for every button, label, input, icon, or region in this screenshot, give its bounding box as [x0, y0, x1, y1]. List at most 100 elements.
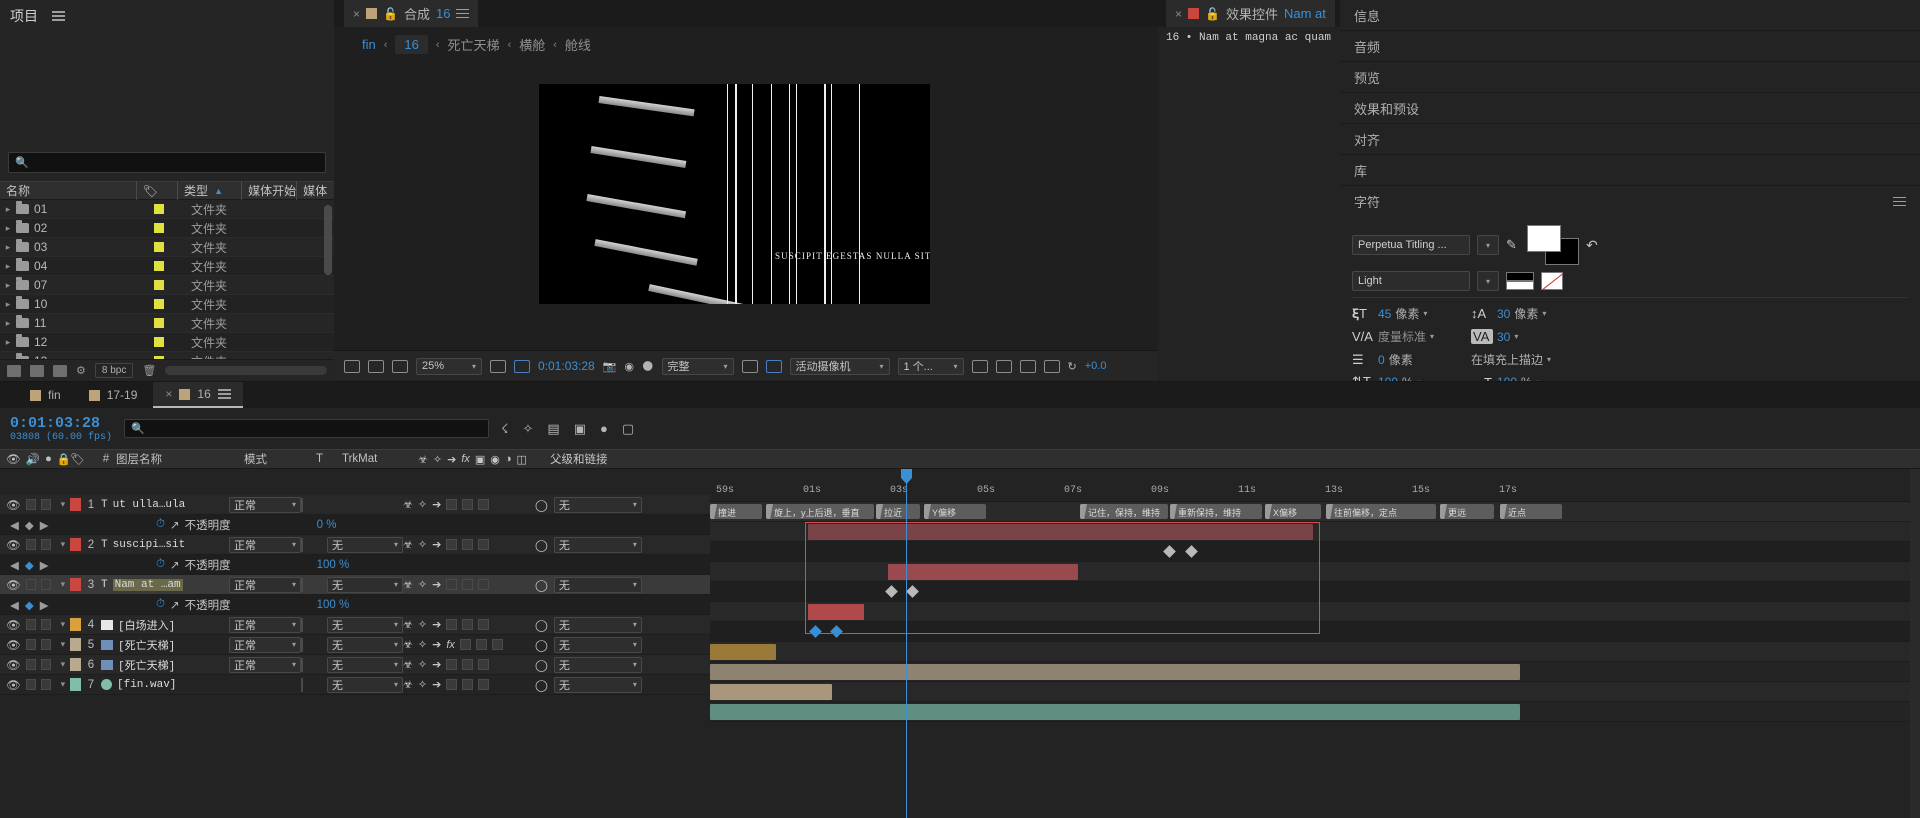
- layer-t-toggle[interactable]: [301, 617, 327, 632]
- layer-t-toggle[interactable]: [301, 677, 327, 692]
- layer-t-toggle[interactable]: [301, 637, 327, 652]
- property-track[interactable]: [710, 582, 1920, 602]
- pickwhip-icon[interactable]: ◯: [535, 658, 548, 672]
- project-row[interactable]: ▸ 01 文件夹: [0, 200, 334, 219]
- current-time-group[interactable]: 0:01:03:28 03808 (60.00 fps): [10, 415, 112, 443]
- hide-shy-icon[interactable]: ●: [600, 421, 608, 436]
- timeline-graph-area[interactable]: 59s 01s 03s 05s 07s 09s 11s 13s 15s 17s 撞进 旋上，y上后退…: [710, 469, 1920, 818]
- comp-marker[interactable]: 撞进: [710, 504, 762, 519]
- label-color[interactable]: [146, 223, 191, 233]
- label-color[interactable]: [146, 242, 191, 252]
- timeline-search-input[interactable]: 🔍: [124, 419, 490, 438]
- disclosure-triangle-icon[interactable]: ▾: [56, 679, 70, 690]
- stroke-width-field[interactable]: ☰ 0 像素: [1352, 351, 1464, 368]
- disclosure-triangle-icon[interactable]: ▾: [56, 499, 70, 510]
- keyframe[interactable]: [809, 625, 822, 638]
- stopwatch-icon[interactable]: ⏱: [156, 558, 165, 571]
- layer-parent-select[interactable]: ◯ 无 ▾: [535, 576, 655, 593]
- quality-icon[interactable]: ✧: [418, 578, 427, 591]
- layer-t-toggle[interactable]: [301, 497, 327, 512]
- comp-marker[interactable]: 更远: [1440, 504, 1494, 519]
- disclosure-triangle-icon[interactable]: ▾: [56, 579, 70, 590]
- pickwhip-icon[interactable]: ◯: [535, 578, 548, 592]
- keyframe[interactable]: [1163, 545, 1176, 558]
- breadcrumb-item[interactable]: 横舱: [519, 35, 545, 54]
- audio-toggle[interactable]: [25, 539, 36, 550]
- keyframe[interactable]: [906, 585, 919, 598]
- right-panel-tab[interactable]: 预览: [1340, 62, 1920, 93]
- label-color[interactable]: [146, 299, 191, 309]
- layer-parent-select[interactable]: ◯ 无 ▾: [535, 616, 655, 633]
- eye-icon[interactable]: 👁: [6, 658, 21, 672]
- layer-mode-select[interactable]: 正常 ▾: [229, 636, 301, 653]
- layer-t-toggle[interactable]: [301, 657, 327, 672]
- layer-parent-select[interactable]: ◯ 无 ▾: [535, 536, 655, 553]
- column-name[interactable]: 名称: [0, 181, 137, 200]
- motion-blur-icon[interactable]: ✧: [522, 421, 533, 437]
- disclosure-triangle-icon[interactable]: ▸: [0, 204, 16, 215]
- show-snapshot-icon[interactable]: ◉: [624, 360, 634, 373]
- chevron-down-icon[interactable]: ▾: [1542, 309, 1546, 318]
- property-value[interactable]: 0 %: [317, 519, 337, 531]
- layer-bar[interactable]: [710, 664, 1520, 680]
- tab-composition[interactable]: × 🔓 合成 16: [344, 0, 479, 27]
- solo-toggle[interactable]: [40, 659, 51, 670]
- marker-lane[interactable]: 撞进 旋上，y上后退，垂直 拉近 Y偏移 记住，保持，维持 重新保持，维持 X偏移 往前偏移，…: [710, 502, 1920, 522]
- layer-switch-toggles[interactable]: ☣ ✧ ➔ fx: [403, 638, 535, 651]
- right-panel-tab[interactable]: 对齐: [1340, 124, 1920, 155]
- keyframe-nav[interactable]: ◀ ◆ ▶: [0, 558, 70, 572]
- collapse-icon[interactable]: ☣: [403, 498, 413, 511]
- effects-icon[interactable]: ➔: [432, 538, 441, 551]
- layer-row[interactable]: 👁 ▾ 4 [白场进入] 正常 ▾ 无 ▾ ☣ ✧ ➔ ◯ 无 ▾: [0, 615, 710, 635]
- project-row[interactable]: ▸ 11 文件夹: [0, 314, 334, 333]
- effects-icon[interactable]: ➔: [432, 578, 441, 591]
- eyedropper-icon[interactable]: ✎: [1506, 237, 1520, 253]
- layer-bar[interactable]: [710, 704, 1520, 720]
- pickwhip-icon[interactable]: ◯: [535, 538, 548, 552]
- layer-trkmat-select[interactable]: 无 ▾: [327, 576, 403, 593]
- pickwhip-icon[interactable]: ◯: [535, 678, 548, 692]
- layer-row[interactable]: 👁 ▾ 5 [死亡天梯] 正常 ▾ 无 ▾ ☣ ✧ ➔ fx ◯ 无 ▾: [0, 635, 710, 655]
- fx-icon[interactable]: fx: [446, 639, 455, 651]
- timeline-tab[interactable]: fin: [18, 382, 73, 408]
- keyframe-toggle-icon[interactable]: ◆: [25, 558, 34, 572]
- timeline-tab[interactable]: × 16: [153, 382, 243, 408]
- layer-name[interactable]: [白场进入]: [101, 617, 229, 633]
- close-icon[interactable]: ×: [165, 387, 172, 401]
- layer-parent-select[interactable]: ◯ 无 ▾: [535, 676, 655, 693]
- quality-icon[interactable]: ✧: [418, 538, 427, 551]
- keyframe[interactable]: [885, 585, 898, 598]
- property-row[interactable]: ◀ ◆ ▶ ⏱ ↗ 不透明度 100 %: [0, 595, 710, 615]
- camera-view-select[interactable]: 活动摄像机 ▾: [789, 357, 890, 375]
- graph-editor-icon[interactable]: ▢: [622, 421, 634, 437]
- layer-bar[interactable]: [808, 524, 1313, 540]
- breadcrumb-item[interactable]: fin: [362, 37, 376, 52]
- render-order-icon[interactable]: [392, 359, 408, 373]
- layer-t-toggle[interactable]: [301, 577, 327, 592]
- layer-switches[interactable]: 👁 ▾: [0, 638, 70, 652]
- layer-switch-toggles[interactable]: ☣ ✧ ➔: [403, 618, 535, 631]
- new-comp-icon[interactable]: [7, 364, 21, 377]
- effects-icon[interactable]: ➔: [432, 638, 441, 651]
- grid-guides-icon[interactable]: [490, 359, 506, 373]
- timeline-vertical-scrollbar[interactable]: [1910, 469, 1920, 818]
- audio-toggle[interactable]: [25, 639, 36, 650]
- graph-icon[interactable]: ↗: [170, 518, 180, 532]
- layer-bar[interactable]: [710, 684, 832, 700]
- disclosure-triangle-icon[interactable]: ▸: [0, 280, 16, 291]
- layer-label-color[interactable]: [70, 618, 81, 631]
- disclosure-triangle-icon[interactable]: ▸: [0, 337, 16, 348]
- disclosure-triangle-icon[interactable]: ▸: [0, 261, 16, 272]
- tab-effect-controls[interactable]: × 🔓 效果控件 Nam at: [1166, 0, 1335, 27]
- eye-icon[interactable]: 👁: [6, 638, 21, 652]
- keyframe[interactable]: [830, 625, 843, 638]
- layer-track[interactable]: [710, 662, 1920, 682]
- right-panel-tab[interactable]: 库: [1340, 155, 1920, 186]
- effects-icon[interactable]: ➔: [432, 618, 441, 631]
- layer-mode-select[interactable]: 正常 ▾: [229, 656, 301, 673]
- comp-marker[interactable]: 旋上，y上后退，垂直: [766, 504, 874, 519]
- disclosure-triangle-icon[interactable]: ▾: [56, 659, 70, 670]
- font-style-dropdown[interactable]: ▾: [1477, 271, 1499, 291]
- layer-track[interactable]: [710, 682, 1920, 702]
- next-keyframe-icon[interactable]: ▶: [40, 558, 49, 572]
